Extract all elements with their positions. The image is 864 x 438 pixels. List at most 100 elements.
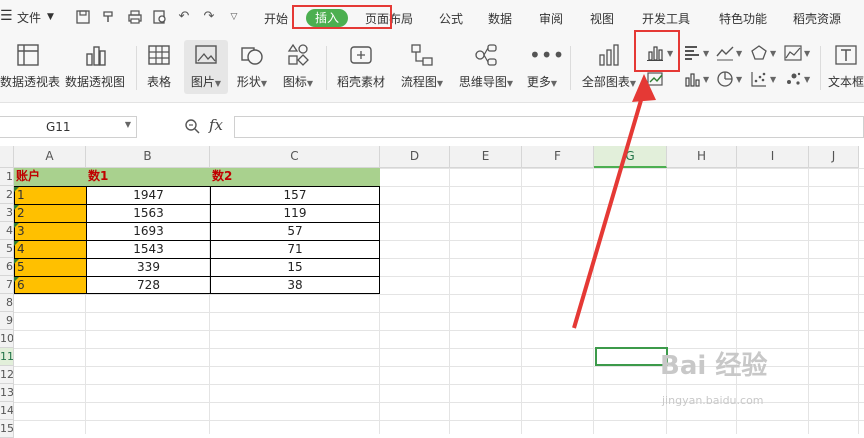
textbox-icon — [833, 42, 859, 68]
mindmap-label: 思维导图 — [458, 75, 507, 89]
print-icon[interactable] — [127, 9, 143, 25]
pivot-table-button[interactable]: 数据透视表 — [0, 42, 61, 90]
flowchart-button[interactable]: 流程图▼ — [396, 42, 448, 90]
chevron-down-icon[interactable]: ▼ — [47, 12, 54, 22]
caret-down-icon[interactable]: ▼ — [736, 75, 742, 84]
save-icon[interactable] — [75, 9, 91, 25]
file-menu[interactable]: 文件 — [17, 9, 41, 26]
pivot-table-label: 数据透视表 — [0, 75, 61, 89]
pivot-chart-label: 数据透视图 — [64, 75, 125, 89]
column-header-j[interactable]: J — [809, 146, 859, 168]
row-header-1[interactable]: 1 — [0, 168, 14, 186]
bubble-chart-icon[interactable] — [784, 70, 802, 88]
row-header-12[interactable]: 12 — [0, 366, 14, 384]
icons-icon — [285, 42, 311, 68]
column-header-h[interactable]: H — [667, 146, 737, 168]
undo-icon[interactable]: ↶ — [176, 9, 192, 25]
row-header-8[interactable]: 8 — [0, 294, 14, 312]
pivot-table-icon — [15, 42, 41, 68]
picture-icon — [193, 42, 219, 68]
line-chart-icon[interactable] — [716, 44, 734, 62]
tab-developer[interactable]: 开发工具 — [642, 10, 690, 27]
row-header-9[interactable]: 9 — [0, 312, 14, 330]
format-painter-icon[interactable] — [101, 9, 117, 25]
row-header-13[interactable]: 13 — [0, 384, 14, 402]
row-header-2[interactable]: 2 — [0, 186, 14, 204]
flowchart-icon — [409, 42, 435, 68]
row-header-15[interactable]: 15 — [0, 420, 14, 438]
table-label: 表格 — [146, 75, 171, 89]
column-header-d[interactable]: D — [380, 146, 450, 168]
more-button[interactable]: ••• 更多▼ — [522, 42, 564, 90]
radar-chart-icon[interactable] — [750, 44, 768, 62]
select-all-corner[interactable] — [0, 146, 14, 168]
mindmap-icon — [473, 42, 499, 68]
tab-docer-resources[interactable]: 稻壳资源 — [793, 10, 841, 27]
grid-line — [808, 168, 809, 434]
picture-button[interactable]: 图片▼ — [184, 42, 228, 90]
picture-label: 图片 — [190, 75, 215, 89]
textbox-label: 文本框 — [827, 75, 864, 89]
caret-down-icon[interactable]: ▼ — [770, 75, 776, 84]
flowchart-label: 流程图 — [400, 75, 437, 89]
row-header-7[interactable]: 7 — [0, 276, 14, 294]
zoom-icon[interactable] — [184, 118, 200, 137]
selected-cell-g11[interactable] — [595, 347, 668, 366]
tab-formulas[interactable]: 公式 — [439, 10, 463, 27]
table-button[interactable]: 表格 — [143, 42, 175, 90]
row-header-3[interactable]: 3 — [0, 204, 14, 222]
chevron-down-icon[interactable]: ▼ — [125, 120, 131, 129]
tab-special-features[interactable]: 特色功能 — [719, 10, 767, 27]
shape-button[interactable]: 形状▼ — [232, 42, 272, 90]
name-box[interactable]: G11 ▼ — [0, 116, 137, 138]
caret-down-icon: ▼ — [506, 79, 514, 88]
row-header-11[interactable]: 11 — [0, 348, 14, 366]
caret-down-icon[interactable]: ▼ — [804, 75, 810, 84]
row-header-14[interactable]: 14 — [0, 402, 14, 420]
tab-review[interactable]: 审阅 — [539, 10, 563, 27]
docer-material-icon — [348, 42, 374, 68]
icon-button[interactable]: 图标▼ — [278, 42, 318, 90]
area-chart-icon[interactable] — [784, 44, 802, 62]
pie-chart-icon[interactable] — [716, 70, 734, 88]
caret-down-icon[interactable]: ▼ — [703, 75, 709, 84]
caret-down-icon: ▼ — [306, 79, 314, 88]
tab-home[interactable]: 开始 — [264, 10, 288, 27]
column-header-a[interactable]: A — [14, 146, 86, 168]
print-preview-icon[interactable] — [152, 9, 168, 25]
column-header-c[interactable]: C — [210, 146, 380, 168]
caret-down-icon[interactable]: ▼ — [770, 49, 776, 58]
scatter-chart-icon[interactable] — [750, 70, 768, 88]
row-header-10[interactable]: 10 — [0, 330, 14, 348]
row-header-6[interactable]: 6 — [0, 258, 14, 276]
redo-icon[interactable]: ↷ — [201, 9, 217, 25]
row-header-4[interactable]: 4 — [0, 222, 14, 240]
formula-input[interactable] — [234, 116, 864, 138]
caret-down-icon: ▼ — [260, 79, 268, 88]
docer-material-label: 稻壳素材 — [336, 75, 385, 89]
column-header-e[interactable]: E — [450, 146, 522, 168]
caret-down-icon[interactable]: ▼ — [804, 49, 810, 58]
tab-view[interactable]: 视图 — [590, 10, 614, 27]
customize-toolbar-icon[interactable]: ▽ — [226, 9, 242, 25]
column-header-b[interactable]: B — [86, 146, 210, 168]
more-label: 更多 — [526, 75, 551, 89]
docer-material-button[interactable]: 稻壳素材 — [334, 42, 388, 90]
grid-line — [449, 168, 450, 434]
combo-chart-icon[interactable] — [683, 70, 701, 88]
caret-down-icon: ▼ — [550, 79, 558, 88]
caret-down-icon: ▼ — [214, 79, 222, 88]
column-header-i[interactable]: I — [737, 146, 809, 168]
caret-down-icon[interactable]: ▼ — [736, 49, 742, 58]
textbox-button[interactable]: 文本框 — [826, 42, 864, 90]
table-icon — [146, 42, 172, 68]
watermark-url: jingyan.baidu.com — [662, 394, 764, 407]
pivot-chart-button[interactable]: 数据透视图 — [64, 42, 126, 90]
mindmap-button[interactable]: 思维导图▼ — [455, 42, 517, 90]
fx-icon[interactable]: fx — [209, 116, 223, 134]
hamburger-icon[interactable]: ☰ — [0, 8, 13, 24]
caret-down-icon[interactable]: ▼ — [703, 49, 709, 58]
row-header-5[interactable]: 5 — [0, 240, 14, 258]
tab-data[interactable]: 数据 — [488, 10, 512, 27]
bar-chart-icon[interactable] — [683, 44, 701, 62]
